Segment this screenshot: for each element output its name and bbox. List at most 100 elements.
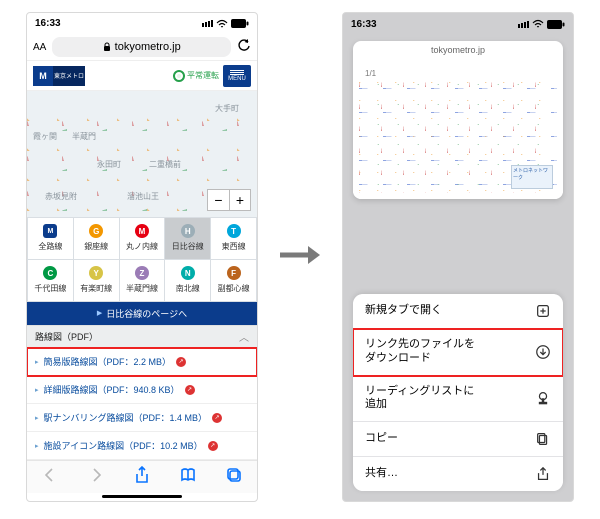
tabs-button[interactable]	[225, 466, 243, 489]
preview-page-indicator: 1/1	[365, 69, 376, 78]
external-icon: ↗	[212, 413, 222, 423]
url-field[interactable]: tokyometro.jp	[52, 37, 231, 57]
wifi-icon	[216, 19, 228, 29]
station-label: 大手町	[215, 103, 239, 114]
line-icon: Z	[135, 266, 149, 280]
station-label: 赤坂見附	[45, 191, 77, 202]
line-label: 全路線	[38, 241, 62, 252]
share-button[interactable]	[133, 466, 151, 489]
battery-icon	[547, 20, 565, 29]
menu-label: MENU	[228, 76, 246, 82]
url-host: tokyometro.jp	[115, 41, 181, 53]
status-icons	[202, 19, 249, 29]
line-G[interactable]: G銀座線	[74, 218, 120, 260]
line-N[interactable]: N南北線	[165, 260, 211, 302]
zoom-out-button[interactable]: −	[207, 189, 229, 211]
pdf-section-title: 路線図（PDF）	[35, 330, 98, 343]
line-label: 千代田線	[34, 283, 66, 294]
wifi-icon	[532, 19, 544, 29]
line-T[interactable]: T 東西線	[211, 218, 257, 260]
context-menu-item[interactable]: リンク先のファイルを ダウンロード	[353, 329, 563, 376]
logo-mark: M	[33, 66, 53, 86]
download-icon	[535, 344, 551, 360]
pdf-link[interactable]: ▸施設アイコン路線図（PDF：10.2 MB）↗	[27, 432, 257, 460]
battery-icon	[231, 19, 249, 28]
context-menu-item[interactable]: リーディングリストに 追加	[353, 376, 563, 423]
text-size-button[interactable]: AA	[33, 42, 46, 53]
bullet-icon: ▸	[35, 358, 39, 366]
pdf-link-label: 駅ナンバリング路線図（PDF：1.4 MB）	[44, 411, 208, 424]
line-C[interactable]: C千代田線	[28, 260, 74, 302]
status-bar: 16:33	[27, 13, 257, 34]
pdf-link-label: 施設アイコン路線図（PDF：10.2 MB）	[44, 439, 203, 452]
pdf-link[interactable]: ▸簡易版路線図（PDF：2.2 MB）↗	[27, 348, 257, 376]
signal-icon	[202, 20, 213, 27]
status-icons	[518, 19, 565, 29]
safari-toolbar	[27, 460, 257, 493]
pdf-link-label: 簡易版路線図（PDF：2.2 MB）	[44, 355, 172, 368]
book-icon	[179, 466, 197, 484]
chevron-left-icon	[41, 466, 59, 484]
line-M[interactable]: M 全路線	[28, 218, 74, 260]
line-label: 副都心線	[218, 283, 250, 294]
line-icon: G	[89, 224, 103, 238]
route-map[interactable]: 大手町 半蔵門 永田町 二重橋前 赤坂見附 溜池山王 霞ヶ関 − +	[27, 91, 257, 217]
operation-status[interactable]: 平常運転	[173, 70, 219, 82]
reload-button[interactable]	[237, 39, 251, 56]
context-menu-item[interactable]: コピー	[353, 422, 563, 457]
line-Z[interactable]: Z 半蔵門線	[120, 260, 166, 302]
context-menu-label: 新規タブで開く	[365, 304, 442, 318]
back-button[interactable]	[41, 466, 59, 489]
pdf-section-header[interactable]: 路線図（PDF） ︿	[27, 325, 257, 348]
line-label: 半蔵門線	[126, 283, 158, 294]
line-page-link[interactable]: 日比谷線のページへ	[27, 302, 257, 325]
line-label: 有楽町線	[80, 283, 112, 294]
zoom-controls: − +	[207, 189, 251, 211]
context-menu-item[interactable]: 新規タブで開く	[353, 294, 563, 329]
line-H[interactable]: H日比谷線	[165, 218, 211, 260]
bookmarks-button[interactable]	[179, 466, 197, 489]
signal-icon	[518, 21, 529, 28]
line-selector-grid: M 全路線 G銀座線M丸ノ内線H日比谷線 T 東西線 C千代田線 Y 有楽町線 Z 半蔵門線 N南北…	[27, 217, 257, 302]
station-label: 霞ヶ関	[33, 131, 57, 142]
line-icon: M	[43, 224, 57, 238]
bullet-icon: ▸	[35, 386, 39, 394]
status-time: 16:33	[351, 19, 377, 30]
home-indicator	[102, 495, 182, 498]
line-icon: H	[181, 224, 195, 238]
site-logo[interactable]: M 東京メトロ	[33, 66, 85, 86]
bullet-icon: ▸	[35, 414, 39, 422]
logo-text: 東京メトロ	[53, 66, 85, 86]
pdf-link[interactable]: ▸詳細版路線図（PDF：940.8 KB）↗	[27, 376, 257, 404]
line-icon: N	[181, 266, 195, 280]
forward-button[interactable]	[87, 466, 105, 489]
context-menu-label: 共有…	[365, 467, 398, 481]
share-icon	[535, 466, 551, 482]
station-label: 溜池山王	[127, 191, 159, 202]
preview-host: tokyometro.jp	[353, 41, 563, 59]
flow-arrow	[278, 243, 322, 272]
line-Y[interactable]: Y 有楽町線	[74, 260, 120, 302]
station-label: 二重橋前	[149, 159, 181, 170]
preview-map-image: 1/1 メトロネットワーク	[359, 65, 557, 193]
context-menu: 新規タブで開くリンク先のファイルを ダウンロードリーディングリストに 追加コピー…	[353, 294, 563, 491]
status-dot-icon	[173, 70, 185, 82]
pdf-link[interactable]: ▸ 駅ナンバリング路線図（PDF：1.4 MB） ↗	[27, 404, 257, 432]
preview-thumbnail: 1/1 メトロネットワーク	[353, 59, 563, 199]
zoom-in-button[interactable]: +	[229, 189, 251, 211]
context-menu-label: リーディングリストに 追加	[365, 385, 474, 413]
line-M[interactable]: M丸ノ内線	[120, 218, 166, 260]
line-label: 東西線	[222, 241, 246, 252]
chevron-right-icon	[87, 466, 105, 484]
menu-button[interactable]: MENU	[223, 65, 251, 87]
station-label: 永田町	[97, 159, 121, 170]
reload-icon	[237, 39, 251, 53]
preview-legend: メトロネットワーク	[511, 165, 553, 189]
line-F[interactable]: F副都心線	[211, 260, 257, 302]
line-icon: Y	[89, 266, 103, 280]
line-icon: T	[227, 224, 241, 238]
link-preview-card[interactable]: tokyometro.jp 1/1 メトロネットワーク	[353, 41, 563, 199]
context-menu-item[interactable]: 共有…	[353, 457, 563, 491]
share-icon	[133, 466, 151, 484]
bullet-icon: ▸	[35, 442, 39, 450]
